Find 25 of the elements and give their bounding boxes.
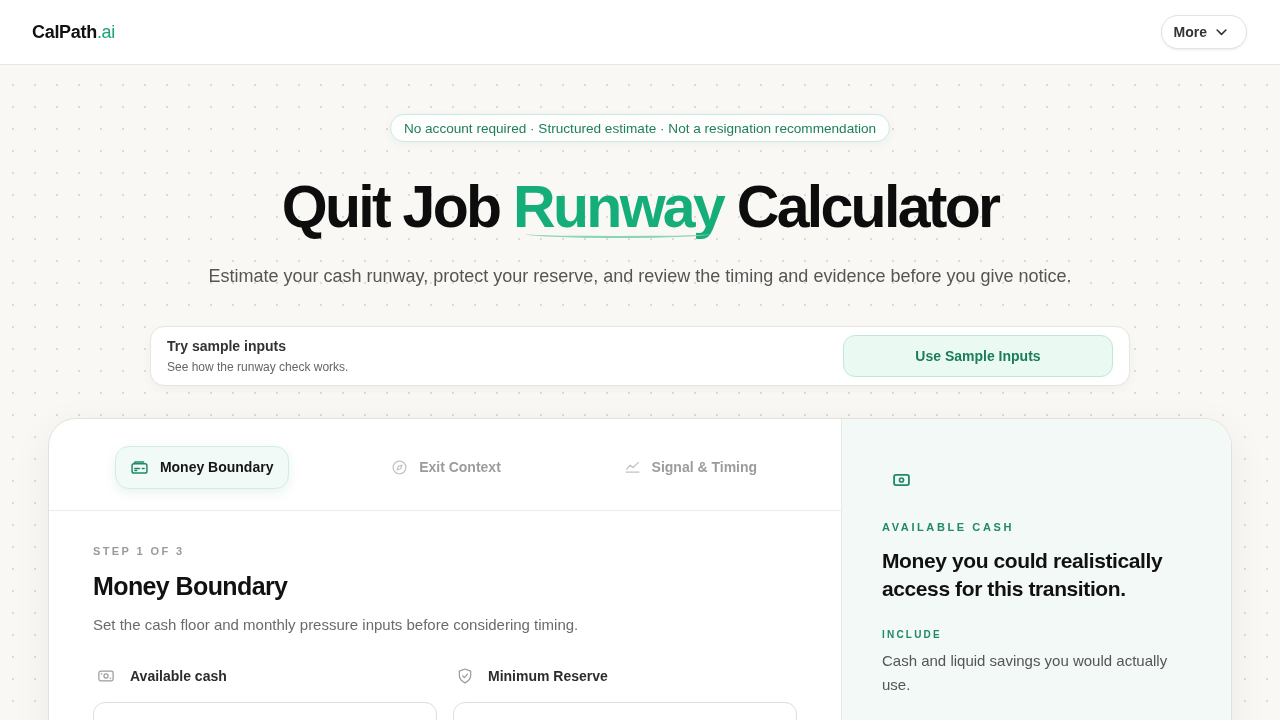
feature-badge: No account required · Structured estimate · Not a resignation recommendation [389,114,891,142]
banknote-icon [893,474,910,486]
sample-description: See how the runway check works. [167,359,349,375]
page-subtitle: Estimate your cash runway, protect your reserve, and review the timing and evidence before you give notice. [208,265,1072,288]
wallet-icon [130,460,148,474]
line-chart-icon [624,461,640,473]
use-sample-inputs-button[interactable]: Use Sample Inputs [843,335,1113,377]
info-heading: Money you could realistically access for this transition. [882,548,1164,602]
info-text: Cash and liquid savings you would actually use. [882,651,1169,695]
more-button[interactable]: More [1160,15,1247,49]
field-label: Available cash [130,668,227,684]
step-title: Money Boundary [93,571,289,601]
step-counter: STEP 1 OF 3 [93,544,186,558]
logo[interactable]: CalPath.ai [32,21,116,43]
page-title: Quit Job Runway Calculator [281,173,999,242]
banknote-icon [98,670,114,682]
step-description: Set the cash floor and monthly pressure inputs before considering timing. [93,615,580,635]
info-eyebrow: AVAILABLE CASH [882,520,1014,534]
step-tab[interactable]: Money Boundary [114,445,290,489]
field-label: Minimum Reserve [488,668,608,684]
info-section-label: INCLUDE [882,628,942,642]
chevron-down-icon [1216,28,1227,36]
compass-icon [392,459,408,475]
shield-check-icon [458,668,472,684]
sample-title: Try sample inputs [167,337,287,355]
